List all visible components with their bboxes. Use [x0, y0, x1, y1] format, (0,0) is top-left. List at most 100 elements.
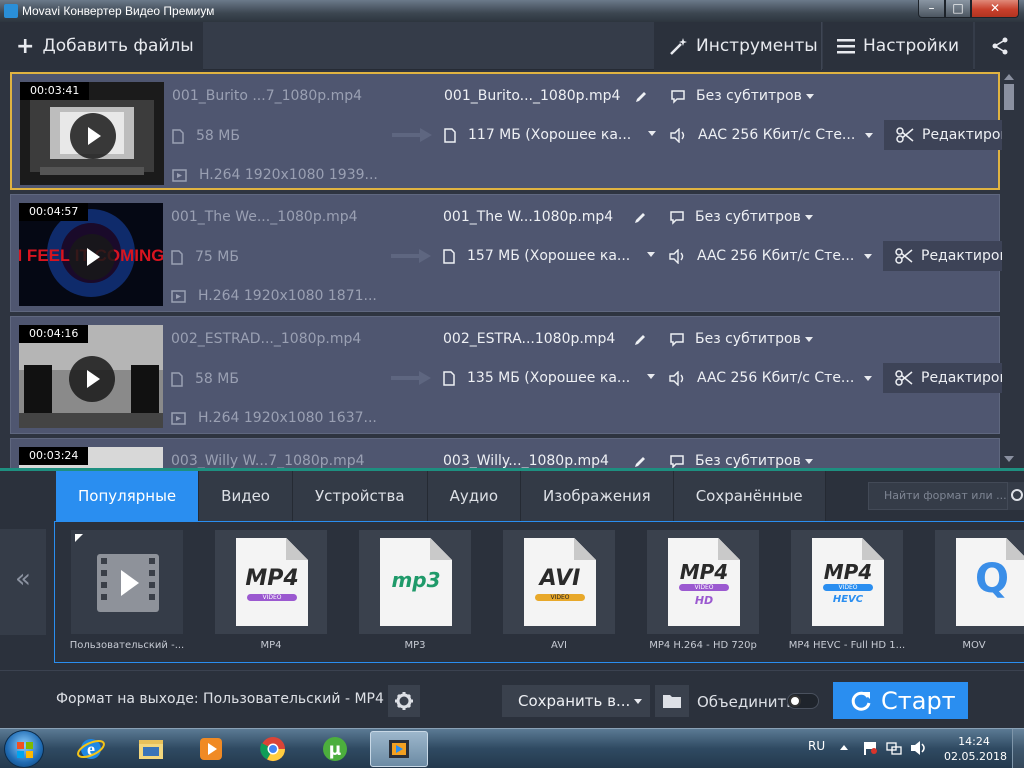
output-size-dropdown[interactable]: 157 МБ (Хорошее ка... — [443, 248, 655, 264]
source-filename: 001_The We..._1080p.mp4 — [171, 209, 358, 225]
audio-dropdown[interactable]: AAC 256 Кбит/с Сте... — [670, 127, 874, 143]
utorrent-icon: µ — [323, 737, 347, 761]
chevron-down-icon — [865, 132, 874, 138]
pencil-icon[interactable] — [633, 211, 647, 225]
language-indicator[interactable]: RU — [808, 739, 825, 753]
taskbar-media-player[interactable] — [182, 731, 240, 767]
scroll-down-icon[interactable] — [1004, 456, 1014, 462]
output-filename[interactable]: 002_ESTRA...1080p.mp4 — [443, 331, 645, 347]
format-label: MP4 — [260, 640, 282, 651]
tray-arrow-icon[interactable] — [838, 742, 850, 754]
format-card-mp4-hevc[interactable]: MP4 VIDEO HEVC — [791, 530, 903, 634]
subtitles-label: Без субтитров — [695, 453, 801, 468]
maximize-button[interactable]: □ — [945, 0, 971, 18]
output-filename[interactable]: 001_Burito..._1080p.mp4 — [444, 88, 646, 104]
format-strip: Пользовательский -... MP4 VIDEO MP4 mp3 … — [54, 521, 1024, 663]
merge-label: Объединить — [697, 693, 796, 711]
share-button[interactable] — [975, 22, 1024, 70]
file-row[interactable]: 00:03:41 001_Burito ...7_1080p.mp4 58 МБ… — [10, 72, 1014, 190]
tab-saved[interactable]: Сохранённые — [673, 471, 826, 521]
subtitles-dropdown[interactable]: Без субтитров — [670, 88, 814, 104]
play-icon[interactable] — [70, 113, 116, 159]
file-row[interactable]: I FEEL IT COMING 00:04:57 001_The We..._… — [10, 194, 1013, 312]
taskbar-explorer[interactable] — [122, 731, 180, 767]
play-icon[interactable] — [69, 234, 115, 280]
windows-start-button[interactable] — [4, 730, 44, 768]
format-card-avi[interactable]: AVI VIDEO — [503, 530, 615, 634]
video-thumbnail[interactable]: 00:04:16 — [19, 325, 163, 428]
taskbar-ie[interactable]: e — [62, 731, 120, 767]
minimize-button[interactable]: – — [918, 0, 945, 18]
scrollbar-thumb[interactable] — [1004, 84, 1014, 110]
output-format-label: Формат на выходе: Пользовательский - MP4 — [56, 691, 384, 707]
chrome-icon — [260, 737, 285, 762]
settings-button[interactable]: Настройки — [823, 22, 973, 70]
video-thumbnail[interactable]: 00:03:24 — [19, 447, 163, 468]
gear-icon — [395, 692, 413, 710]
tab-popular[interactable]: Популярные — [56, 471, 200, 521]
pencil-icon[interactable] — [634, 90, 648, 104]
file-icon — [171, 249, 183, 265]
format-settings-button[interactable] — [388, 685, 420, 717]
pencil-icon[interactable] — [633, 333, 647, 347]
subtitles-dropdown[interactable]: Без субтитров — [669, 453, 813, 468]
audio-dropdown[interactable]: AAC 256 Кбит/с Сте... — [669, 370, 873, 386]
video-thumbnail[interactable]: 00:03:41 — [20, 82, 164, 185]
taskbar-chrome[interactable] — [244, 731, 302, 767]
source-size: 75 МБ — [171, 249, 239, 265]
format-card-mp4-hd[interactable]: MP4 VIDEO HD — [647, 530, 759, 634]
save-to-dropdown[interactable]: Сохранить в... — [502, 685, 650, 717]
video-thumbnail[interactable]: I FEEL IT COMING 00:04:57 — [19, 203, 163, 306]
output-filename[interactable]: 003_Willy..._1080p.mp4 — [443, 453, 645, 468]
tools-button[interactable]: Инструменты — [654, 22, 822, 70]
edit-button[interactable]: Редактиров — [884, 120, 1014, 150]
taskbar-movavi[interactable] — [370, 731, 428, 767]
chevron-down-icon — [634, 699, 642, 704]
subtitles-dropdown[interactable]: Без субтитров — [669, 331, 813, 347]
volume-icon[interactable] — [910, 741, 928, 755]
pencil-icon[interactable] — [633, 455, 647, 468]
format-search-input[interactable]: Найти формат или ... — [868, 482, 1008, 510]
format-card-mov[interactable]: Q — [935, 530, 1024, 634]
close-button[interactable]: ✕ — [971, 0, 1019, 18]
format-card-custom[interactable] — [71, 530, 183, 634]
search-icon[interactable] — [1008, 482, 1024, 510]
tab-images[interactable]: Изображения — [521, 471, 674, 521]
show-desktop-button[interactable] — [1012, 729, 1024, 768]
flag-icon[interactable] — [862, 741, 878, 755]
network-icon[interactable] — [886, 741, 902, 755]
merge-toggle[interactable] — [787, 693, 819, 709]
scissors-icon — [895, 370, 913, 386]
add-files-button[interactable]: + Добавить файлы — [0, 22, 203, 70]
scroll-up-icon[interactable] — [1004, 74, 1014, 80]
edit-button[interactable]: Редактиров — [883, 363, 1013, 393]
output-filename[interactable]: 001_The W...1080p.mp4 — [443, 209, 645, 225]
file-row[interactable]: 00:04:16 002_ESTRAD..._1080p.mp4 58 МБ H… — [10, 316, 1013, 434]
source-codec: H.264 1920x1080 1871... — [171, 288, 377, 304]
subtitles-label: Без субтитров — [695, 331, 801, 347]
tab-audio[interactable]: Аудио — [427, 471, 522, 521]
source-codec: H.264 1920x1080 1939... — [172, 167, 378, 183]
output-filename-label: 002_ESTRA...1080p.mp4 — [443, 331, 616, 347]
subtitles-dropdown[interactable]: Без субтитров — [669, 209, 813, 225]
play-icon[interactable] — [69, 356, 115, 402]
audio-dropdown[interactable]: AAC 256 Кбит/с Сте... — [669, 248, 873, 264]
format-card-mp4[interactable]: MP4 VIDEO — [215, 530, 327, 634]
clock[interactable]: 14:24 02.05.2018 — [944, 734, 1007, 764]
file-list-scrollbar[interactable] — [1002, 72, 1016, 466]
edit-button[interactable]: Редактиров — [883, 241, 1013, 271]
format-card-mp3[interactable]: mp3 — [359, 530, 471, 634]
start-button[interactable]: Старт — [833, 682, 968, 719]
tab-devices[interactable]: Устройства — [292, 471, 428, 521]
output-filename-label: 001_Burito..._1080p.mp4 — [444, 88, 621, 104]
page-fold — [862, 538, 884, 560]
taskbar-utorrent[interactable]: µ — [306, 731, 364, 767]
output-size-dropdown[interactable]: 117 МБ (Хорошее ка... — [444, 127, 656, 143]
output-size-dropdown[interactable]: 135 МБ (Хорошее ка... — [443, 370, 655, 386]
file-row[interactable]: 00:03:24 003_Willy W...7_1080p.mp4 003_W… — [10, 438, 1000, 468]
open-folder-button[interactable] — [655, 685, 689, 717]
tab-video[interactable]: Видео — [199, 471, 293, 521]
file-icon — [171, 371, 183, 387]
folder-icon — [139, 740, 163, 759]
scroll-left-button[interactable]: « — [0, 529, 46, 635]
